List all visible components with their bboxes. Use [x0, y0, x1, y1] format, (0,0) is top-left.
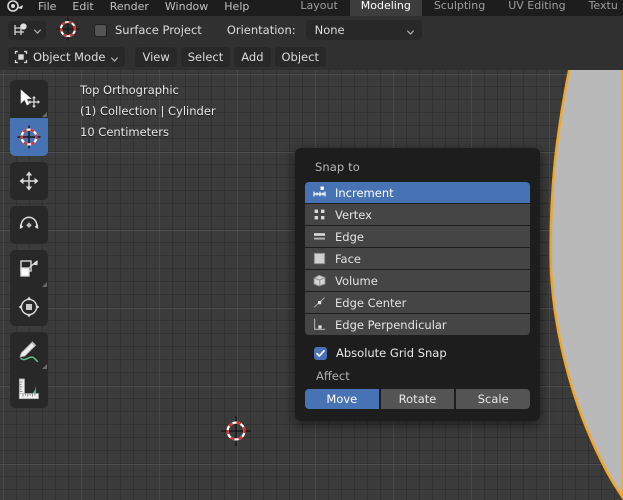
ruler-measure-icon [18, 378, 39, 400]
viewport-menu-add[interactable]: Add [234, 47, 271, 67]
orientation-dropdown[interactable]: None [305, 20, 422, 40]
menu-render[interactable]: Render [102, 0, 157, 16]
cursor-arrow-move-icon [20, 89, 40, 108]
transform-icon [18, 296, 40, 318]
tool-group-rotate [10, 206, 48, 244]
measure-tool[interactable] [10, 370, 48, 408]
viewport-toolbar [10, 80, 48, 414]
object-mode-icon [14, 50, 28, 64]
blender-logo-icon[interactable] [6, 0, 24, 15]
snap-option-edge-perpendicular[interactable]: Edge Perpendicular [305, 314, 530, 335]
tab-layout[interactable]: Layout [289, 0, 348, 16]
tool-submenu-indicator[interactable] [42, 282, 47, 287]
snap-option-label: Vertex [335, 207, 372, 222]
orientation-label: Orientation: [226, 23, 296, 37]
cylinder-object[interactable] [533, 60, 623, 500]
menu-edit[interactable]: Edit [64, 0, 101, 16]
chevron-down-icon [33, 26, 42, 35]
tool-submenu-indicator[interactable] [42, 112, 47, 117]
snap-option-label: Edge Perpendicular [335, 317, 447, 332]
viewport-menu-select[interactable]: Select [180, 47, 231, 67]
absolute-grid-snap-row[interactable]: Absolute Grid Snap [305, 346, 530, 360]
pencil-annotate-icon [19, 341, 39, 363]
vertex-icon [312, 207, 327, 222]
top-application-bar: File Edit Render Window Help Layout Mode… [0, 0, 623, 16]
tab-sculpting[interactable]: Sculpting [423, 0, 496, 16]
tweak-select-tool[interactable] [10, 80, 48, 118]
face-icon [312, 251, 327, 266]
scale-icon [20, 260, 38, 277]
3d-cursor-icon [221, 416, 251, 446]
tool-group-select-cursor [10, 80, 48, 156]
snap-option-label: Edge [335, 229, 364, 244]
edge-perpendicular-icon [312, 317, 327, 332]
blender-window: File Edit Render Window Help Layout Mode… [0, 0, 623, 500]
3d-cursor-icon [55, 16, 81, 45]
edge-center-icon [312, 295, 327, 310]
workspace-tabs: Layout Modeling Sculpting UV Editing Tex… [289, 0, 623, 16]
snap-options-list: Increment Vertex Edge Face Volume Edge C… [305, 182, 530, 335]
interaction-mode-dropdown[interactable]: Object Mode [8, 47, 126, 67]
snap-option-face[interactable]: Face [305, 248, 530, 269]
3d-cursor-viewport[interactable] [220, 415, 252, 447]
move-arrows-icon [19, 171, 39, 191]
absolute-grid-snap-checkbox[interactable] [314, 346, 327, 360]
move-tool[interactable] [10, 162, 48, 200]
absolute-grid-snap-label: Absolute Grid Snap [336, 346, 447, 360]
snap-to-popover: Snap to Increment Vertex Edge Face Volum… [295, 148, 540, 421]
snap-option-label: Volume [335, 273, 378, 288]
increment-icon [312, 185, 327, 200]
snap-option-increment[interactable]: Increment [305, 182, 530, 203]
snap-option-label: Increment [335, 185, 394, 200]
tool-submenu-indicator[interactable] [42, 364, 47, 369]
annotate-tool[interactable] [10, 332, 48, 370]
affect-scale-button[interactable]: Scale [456, 389, 531, 409]
tab-texture-paint[interactable]: Textu [578, 0, 623, 16]
rotate-tool[interactable] [10, 206, 48, 244]
viewport-menu-view[interactable]: View [135, 47, 177, 67]
snap-option-label: Face [335, 251, 362, 266]
menu-window[interactable]: Window [157, 0, 216, 16]
viewport-menu-object[interactable]: Object [274, 47, 326, 67]
tool-group-move [10, 162, 48, 200]
tab-modeling[interactable]: Modeling [349, 0, 422, 16]
tool-settings-header: Surface Project Orientation: None [0, 16, 623, 44]
chevron-down-icon [110, 53, 119, 62]
snap-option-vertex[interactable]: Vertex [305, 204, 530, 225]
affect-move-button[interactable]: Move [305, 389, 379, 409]
surface-project-checkbox[interactable] [94, 23, 107, 37]
viewport-header: Object Mode View Select Add Object [0, 44, 623, 70]
scale-tool[interactable] [10, 250, 48, 288]
snap-panel-title: Snap to [315, 160, 360, 174]
rotate-icon [19, 216, 39, 229]
snap-mode-button[interactable] [8, 20, 46, 40]
interaction-mode-label: Object Mode [33, 50, 106, 64]
affect-rotate-button[interactable]: Rotate [380, 389, 455, 409]
affect-label: Affect [316, 369, 350, 383]
snap-option-edge-center[interactable]: Edge Center [305, 292, 530, 313]
transform-tool[interactable] [10, 288, 48, 326]
chevron-down-icon [406, 26, 415, 35]
3d-cursor-icon [17, 125, 41, 149]
volume-icon [312, 273, 327, 288]
cursor-tool[interactable] [10, 118, 48, 156]
tool-group-annotate-measure [10, 332, 48, 408]
snap-option-label: Edge Center [335, 295, 407, 310]
orientation-value: None [314, 23, 345, 37]
checkmark-icon [316, 349, 325, 357]
affect-button-group: Move Rotate Scale [305, 389, 531, 409]
edge-icon [312, 229, 327, 244]
snap-option-edge[interactable]: Edge [305, 226, 530, 247]
tool-group-scale-transform [10, 250, 48, 326]
topbar-menus: File Edit Render Window Help [0, 0, 257, 16]
menu-file[interactable]: File [30, 0, 64, 16]
surface-project-label: Surface Project [115, 23, 202, 37]
3d-cursor-toolsetting-button[interactable] [54, 16, 82, 45]
menu-help[interactable]: Help [216, 0, 257, 16]
snap-option-volume[interactable]: Volume [305, 270, 530, 291]
snap-magnet-icon [12, 22, 30, 38]
tab-uv-editing[interactable]: UV Editing [497, 0, 576, 16]
